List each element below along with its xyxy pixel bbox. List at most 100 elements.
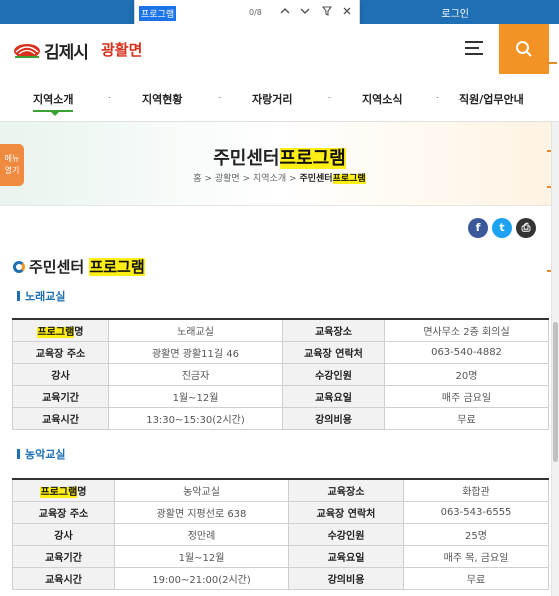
label-cell: 교육요일 — [288, 544, 404, 568]
filter-icon[interactable] — [319, 5, 335, 21]
label-cell: 교육장소 — [288, 478, 404, 502]
table-row: 프로그램명 노래교실 교육장소 면사무소 2층 회의실 — [12, 318, 549, 342]
program-title: 농악교실 — [17, 446, 65, 462]
table-row: 프로그램명 농악교실 교육장소 화합관 — [12, 478, 549, 502]
nav-item-staff-info[interactable]: 직원/업무안내 — [459, 91, 524, 107]
district-name[interactable]: 광활면 — [101, 39, 142, 60]
scrollbar-thumb[interactable] — [553, 322, 558, 462]
label-cell: 교육시간 — [12, 566, 115, 590]
find-next-icon[interactable] — [297, 5, 313, 21]
value-cell: 노래교실 — [108, 318, 283, 342]
site-header: 김제시 광활면 — [0, 24, 559, 74]
value-cell: 1월~12월 — [108, 384, 283, 408]
label-cell: 강의비용 — [288, 566, 404, 590]
title-bar-icon — [17, 449, 20, 459]
value-cell: 무료 — [384, 406, 549, 430]
twitter-share-icon[interactable]: t — [492, 218, 512, 238]
table-row: 교육장 주소 광활면 광활11길 46 교육장 연락처 063-540-4882 — [12, 340, 549, 364]
value-cell: 063-543-6555 — [403, 500, 549, 524]
nav-divider — [218, 97, 221, 98]
facebook-share-icon[interactable]: f — [468, 218, 488, 238]
value-cell: 진금자 — [108, 362, 283, 386]
scroll-marker — [547, 62, 557, 64]
section-title-plain: 주민센터 — [29, 258, 85, 276]
value-cell: 063-540-4882 — [384, 340, 549, 364]
label-cell: 강사 — [12, 522, 115, 546]
page-title: 주민센터프로그램 — [0, 144, 559, 170]
value-cell: 1월~12월 — [114, 544, 289, 568]
city-logo-icon[interactable] — [13, 39, 41, 59]
label-cell: 교육장 주소 — [12, 340, 109, 364]
label-cell: 교육기간 — [12, 384, 109, 408]
print-icon[interactable]: ⎙ — [516, 218, 536, 238]
login-link[interactable]: 로그인 — [441, 5, 469, 20]
nav-item-attractions[interactable]: 자랑거리 — [252, 91, 292, 107]
search-button[interactable] — [499, 24, 549, 74]
label-cell: 수강인원 — [288, 522, 404, 546]
table-row: 교육기간 1월~12월 교육요일 매주 목, 금요일 — [12, 544, 549, 568]
label-cell: 수강인원 — [282, 362, 385, 386]
label-cell: 교육요일 — [282, 384, 385, 408]
table-row: 교육장 주소 광활면 지평선로 638 교육장 연락처 063-543-6555 — [12, 500, 549, 524]
label-cell: 프로그램명 — [12, 478, 115, 502]
page-title-highlight: 프로그램 — [279, 148, 346, 169]
search-icon — [516, 41, 532, 57]
breadcrumb-sep: > — [242, 174, 251, 184]
nav-item-region-news[interactable]: 지역소식 — [362, 91, 402, 107]
label-cell: 교육장 주소 — [12, 500, 115, 524]
page-title-plain: 주민센터 — [213, 148, 280, 169]
label-cell: 프로그램명 — [12, 318, 109, 342]
value-cell: 광활면 광활11길 46 — [108, 340, 283, 364]
label-cell: 강사 — [12, 362, 109, 386]
label-cell: 교육장 연락처 — [288, 500, 404, 524]
breadcrumb-sep: > — [204, 174, 212, 184]
program-info-table: 프로그램명 노래교실 교육장소 면사무소 2층 회의실 교육장 주소 광활면 광활11길 … — [12, 318, 549, 430]
find-input[interactable]: 프로그램 — [139, 6, 177, 21]
value-cell: 면사무소 2층 회의실 — [384, 318, 549, 342]
program-title: 노래교실 — [17, 288, 65, 304]
program-info-table: 프로그램명 농악교실 교육장소 화합관 교육장 주소 광활면 지평선로 638 교육장 연락… — [12, 478, 549, 590]
value-cell: 20명 — [384, 362, 549, 386]
value-cell: 19:00~21:00(2시간) — [114, 566, 289, 590]
active-nav-arrow — [51, 112, 59, 116]
find-match-count: 0/8 — [249, 8, 262, 17]
breadcrumb-sep: > — [289, 174, 297, 184]
label-cell: 교육장 연락처 — [282, 340, 385, 364]
value-cell: 농악교실 — [114, 478, 289, 502]
label-cell: 교육장소 — [282, 318, 385, 342]
section-title: 주민센터 프로그램 — [13, 256, 145, 277]
value-cell: 13:30~15:30(2시간) — [108, 406, 283, 430]
vertical-scrollbar[interactable] — [551, 122, 559, 596]
nav-item-region-intro[interactable]: 지역소개 — [33, 91, 74, 112]
breadcrumb-level1[interactable]: 광활면 — [215, 174, 240, 184]
find-previous-icon[interactable] — [277, 5, 293, 21]
value-cell: 매주 목, 금요일 — [403, 544, 549, 568]
breadcrumb-level2[interactable]: 지역소개 — [253, 174, 286, 184]
section-ring-icon — [13, 261, 25, 273]
breadcrumb: 홈 > 광활면 > 지역소개 > 주민센터프로그램 — [0, 171, 559, 184]
section-title-highlight: 프로그램 — [89, 258, 145, 276]
value-cell: 매주 금요일 — [384, 384, 549, 408]
city-logo-text[interactable]: 김제시 — [44, 38, 89, 63]
table-row: 강사 정만례 수강인원 25명 — [12, 522, 549, 546]
title-bar-icon — [17, 291, 20, 301]
menu-icon[interactable] — [465, 41, 483, 55]
main-nav: 지역소개 지역현황 자랑거리 지역소식 직원/업무안내 — [0, 74, 559, 122]
value-cell: 무료 — [403, 566, 549, 590]
table-row: 강사 진금자 수강인원 20명 — [12, 362, 549, 386]
value-cell: 정만례 — [114, 522, 289, 546]
table-row: 교육시간 13:30~15:30(2시간) 강의비용 무료 — [12, 406, 549, 430]
breadcrumb-home[interactable]: 홈 — [193, 174, 201, 184]
close-icon[interactable] — [339, 5, 355, 21]
value-cell: 화합관 — [403, 478, 549, 502]
nav-divider — [436, 97, 439, 98]
table-row: 교육시간 19:00~21:00(2시간) 강의비용 무료 — [12, 566, 549, 590]
nav-divider — [328, 97, 331, 98]
breadcrumb-current: 주민센터프로그램 — [299, 174, 366, 184]
label-cell: 교육시간 — [12, 406, 109, 430]
value-cell: 광활면 지평선로 638 — [114, 500, 289, 524]
nav-item-region-status[interactable]: 지역현황 — [142, 91, 182, 107]
label-cell: 강의비용 — [282, 406, 385, 430]
value-cell: 25명 — [403, 522, 549, 546]
nav-divider — [108, 97, 111, 98]
